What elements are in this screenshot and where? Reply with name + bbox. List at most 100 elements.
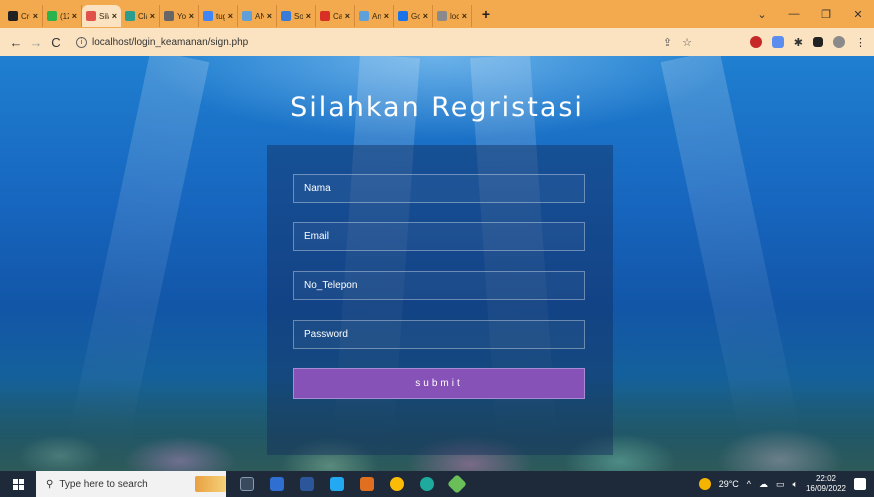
tab-strip: Cre×(12×Sila×Cla×You×tug×AN×Sof×Car×An×G… [0,0,874,28]
tab-close-icon[interactable]: × [423,11,428,21]
page-title: Silahkan Regristasi [290,92,584,123]
browser-tab[interactable]: (12× [43,5,82,27]
weather-icon[interactable] [698,478,711,490]
tab-close-icon[interactable]: × [72,11,77,21]
tab-close-icon[interactable]: × [112,11,117,21]
site-info-icon[interactable]: i [76,36,87,48]
tab-close-icon[interactable]: × [345,11,350,21]
taskbar-search[interactable]: ⚲ [36,471,226,497]
tab-label: AN [255,11,264,21]
browser-tab[interactable]: Car× [316,5,355,27]
volume-icon[interactable]: 🔈︎ [793,479,798,490]
tab-favicon-icon [281,11,291,21]
back-button[interactable]: ← [6,35,26,50]
restore-button[interactable]: ❐ [810,8,842,21]
vscode-icon[interactable] [330,477,344,491]
tab-label: Go [411,11,420,21]
tab-favicon-icon [359,11,369,21]
taskbar: ⚲ 29°C ^ ☁ ▭ 🔈︎ 22:02 16/09/2022 [0,471,874,497]
tab-close-icon[interactable]: × [33,11,38,21]
browser-tab[interactable]: loc× [433,5,472,27]
battery-icon[interactable]: ▭ [776,479,785,490]
tab-close-icon[interactable]: × [189,11,194,21]
tab-label: Sof [294,11,303,21]
file-explorer-icon[interactable] [270,477,284,491]
tab-label: Cla [138,11,147,21]
password-input[interactable] [293,320,585,349]
minimize-button[interactable]: — [778,8,810,20]
browser-tab[interactable]: Cre× [4,5,43,27]
bookmark-star-icon[interactable]: ☆ [682,36,692,49]
tray-chevron-icon[interactable]: ^ [747,479,751,489]
clock-date: 16/09/2022 [805,484,846,493]
windows-logo-icon [12,478,24,490]
url-text[interactable]: localhost/login_keamanan/sign.php [92,37,248,48]
browser-tab[interactable]: You× [160,5,199,27]
close-window-button[interactable]: ✕ [842,8,874,21]
tab-label: (12 [60,11,69,21]
address-bar-actions: ⇪ ☆ [663,36,692,49]
phone-input[interactable] [293,271,585,300]
tab-label: Sila [99,11,109,21]
reload-button[interactable]: C [46,35,66,50]
browser-tab[interactable]: An× [355,5,394,27]
system-tray: 29°C ^ ☁ ▭ 🔈︎ 22:02 16/09/2022 [698,474,874,494]
browser-tab[interactable]: Cla× [121,5,160,27]
tab-close-icon[interactable]: × [267,11,272,21]
tab-label: Car [333,11,342,21]
taskbar-search-input[interactable] [59,478,190,490]
tab-label: tug [216,11,225,21]
tab-favicon-icon [398,11,408,21]
edge-icon[interactable] [420,477,434,491]
chrome-icon[interactable] [390,477,404,491]
tab-favicon-icon [164,11,174,21]
tab-close-icon[interactable]: × [462,11,467,21]
clock-time: 22:02 [815,474,836,483]
page-viewport: Silahkan Regristasi submit [0,56,874,471]
email-input[interactable] [293,222,585,251]
tab-favicon-icon [8,11,18,21]
tab-close-icon[interactable]: × [228,11,233,21]
clock[interactable]: 22:02 16/09/2022 [806,474,846,494]
sidepanel-icon[interactable] [813,37,823,47]
menu-kebab-icon[interactable]: ⋮ [855,36,866,49]
tab-label: loc [450,11,459,21]
word-icon[interactable] [300,477,314,491]
share-icon[interactable]: ⇪ [663,36,672,49]
extension-icon[interactable] [749,36,762,48]
profile-avatar[interactable] [833,36,845,48]
tab-close-icon[interactable]: × [384,11,389,21]
notifications-icon[interactable] [854,478,866,490]
tab-close-icon[interactable]: × [306,11,311,21]
browser-tab[interactable]: AN× [238,5,277,27]
submit-button[interactable]: submit [293,368,585,399]
tab-favicon-icon [242,11,252,21]
taskbar-apps [240,474,467,494]
registration-form: submit [267,145,613,455]
tab-favicon-icon [437,11,447,21]
tab-favicon-icon [320,11,330,21]
tab-favicon-icon [125,11,135,21]
app-grid-icon[interactable] [360,477,374,491]
tab-label: You [177,11,186,21]
new-tab-button[interactable]: + [476,6,496,22]
browser-tab[interactable]: Go× [394,5,433,27]
nama-input[interactable] [293,174,585,203]
start-button[interactable] [0,471,36,497]
onedrive-icon[interactable]: ☁ [759,479,768,490]
browser-tab[interactable]: Sila× [82,5,121,27]
tab-close-icon[interactable]: × [150,11,155,21]
window-controls: ⌄ — ❐ ✕ [746,0,874,28]
address-bar[interactable]: i localhost/login_keamanan/sign.php ⇪ ☆ [72,31,692,53]
forward-button[interactable]: → [26,35,46,50]
tab-favicon-icon [86,11,96,21]
app-icon[interactable] [447,474,467,494]
task-view-icon[interactable] [240,477,254,491]
extensions-area: ✱ ⋮ [749,28,866,56]
weather-temp[interactable]: 29°C [719,479,739,489]
browser-tab[interactable]: tug× [199,5,238,27]
browser-tab[interactable]: Sof× [277,5,316,27]
extension-icon[interactable] [771,36,784,48]
extensions-puzzle-icon[interactable]: ✱ [794,36,803,49]
tab-search-chevron-icon[interactable]: ⌄ [746,8,778,21]
